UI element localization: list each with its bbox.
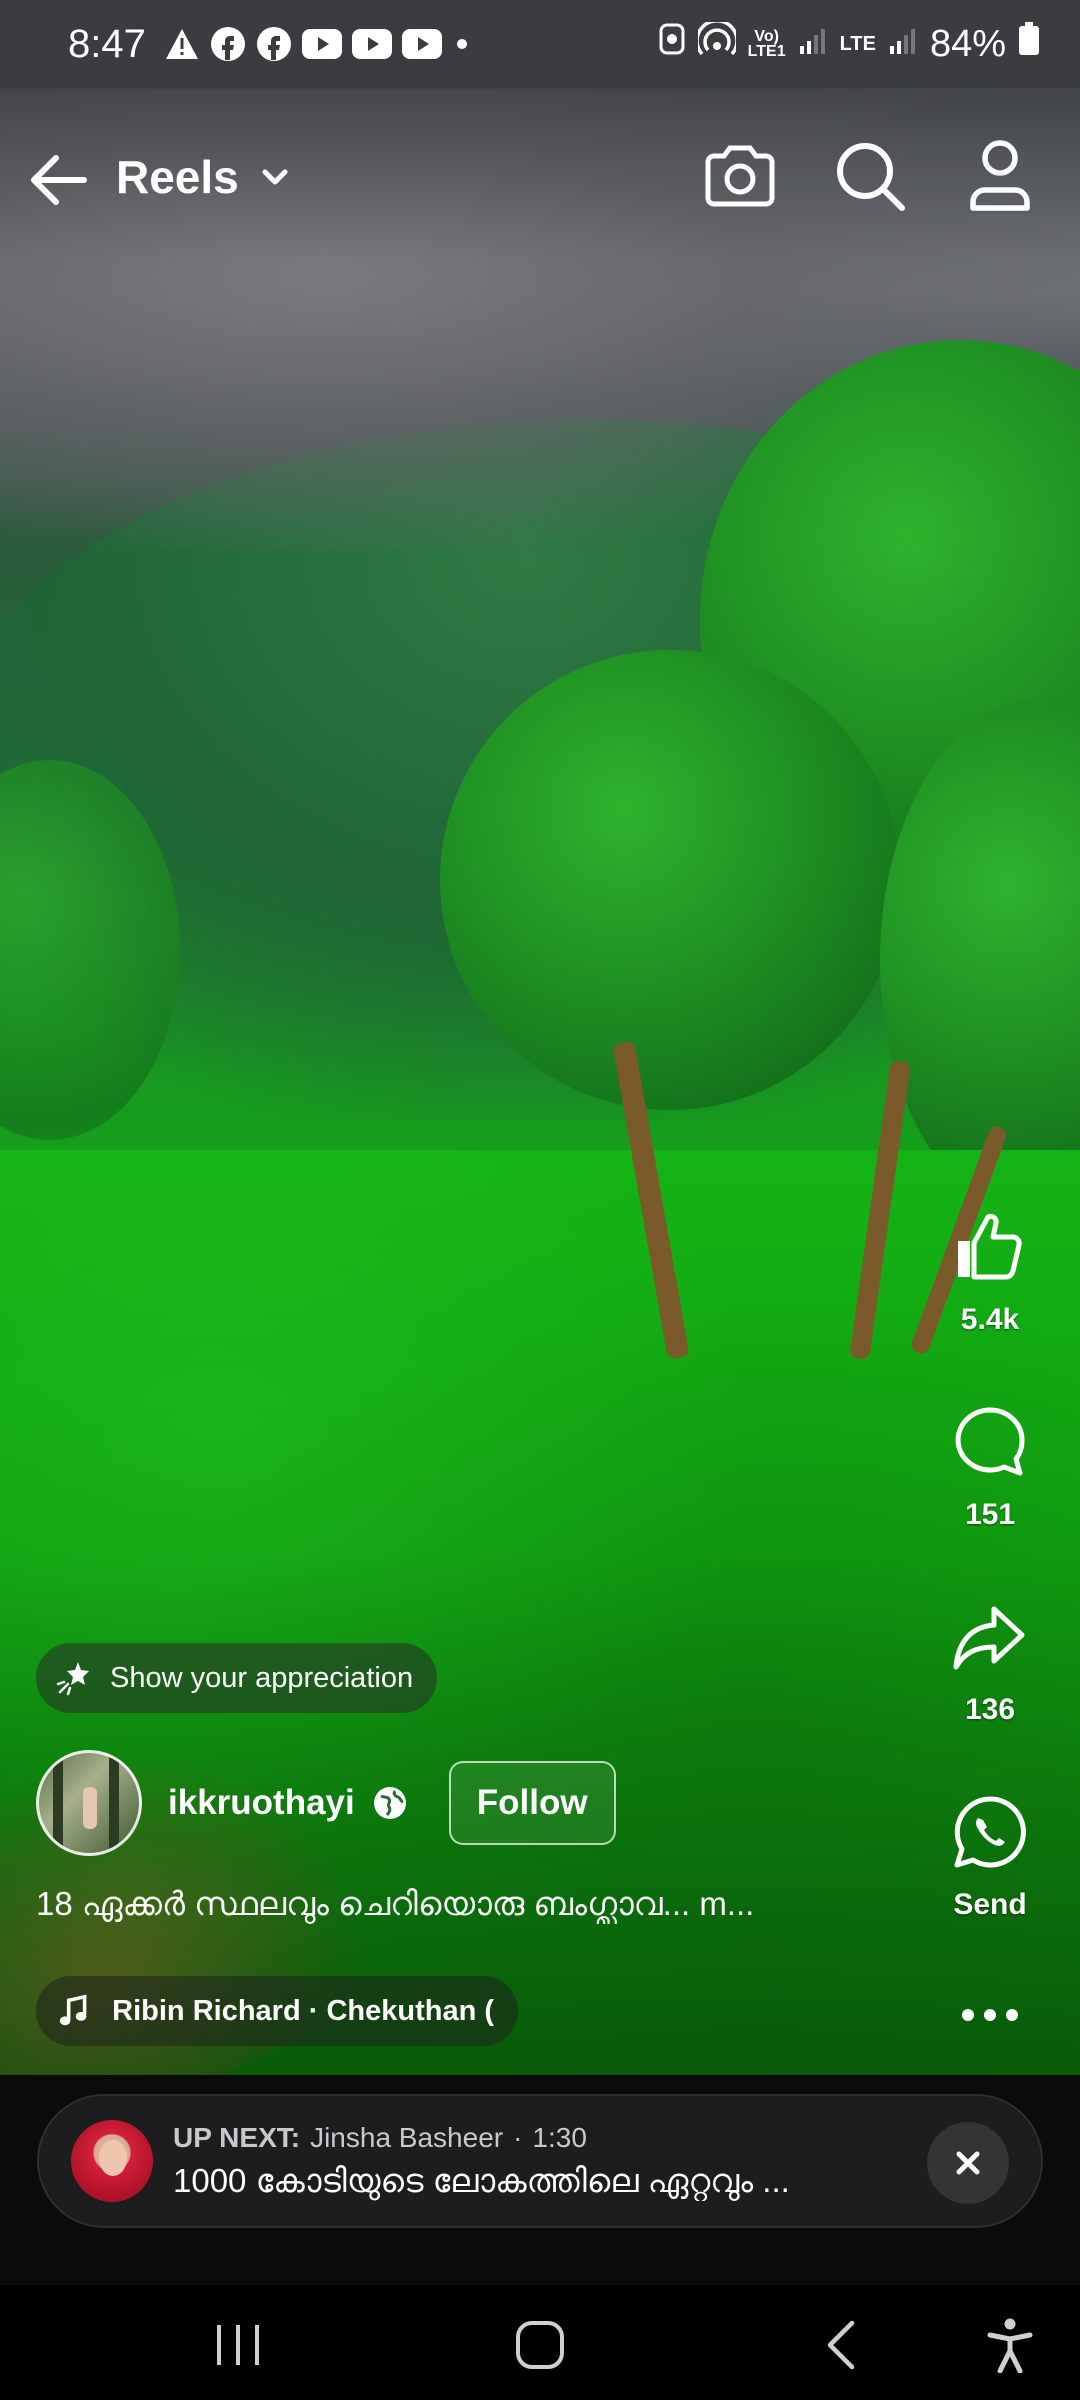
like-button[interactable] <box>948 1205 1032 1289</box>
youtube-icon <box>351 29 392 59</box>
up-next-separator: · <box>513 2121 523 2153</box>
battery-icon <box>1018 22 1040 66</box>
chevron-down-icon <box>262 169 288 185</box>
up-next-text: UP NEXT: Jinsha Basheer · 1:30 1000 കോടി… <box>173 2122 873 2201</box>
home-button[interactable] <box>495 2305 585 2385</box>
youtube-icon <box>301 29 342 59</box>
share-count: 136 <box>964 1693 1016 1726</box>
signal-icon <box>888 23 918 66</box>
search-icon <box>837 143 905 211</box>
follow-button[interactable]: Follow <box>448 1761 616 1845</box>
music-label: Ribin Richard · Chekuthan ( <box>112 1994 494 2027</box>
close-icon <box>956 2151 980 2175</box>
up-next-duration: 1:30 <box>532 2121 587 2153</box>
comment-bubble-icon <box>955 1407 1025 1476</box>
up-next-author: Jinsha Basheer <box>310 2121 504 2153</box>
reels-switcher[interactable]: Reels <box>116 150 293 204</box>
share-button[interactable] <box>948 1595 1032 1679</box>
up-next-label: UP NEXT: <box>173 2121 301 2153</box>
up-next-close-button[interactable] <box>927 2122 1009 2204</box>
comment-count: 151 <box>964 1498 1016 1531</box>
avatar-tree <box>109 1753 119 1853</box>
avatar-tree <box>53 1753 63 1853</box>
thumbs-up-icon <box>958 1213 1022 1280</box>
network-1-label: Vo) LTE1 <box>747 28 786 60</box>
like-count: 5.4k <box>960 1303 1020 1336</box>
status-bar: 8:47 Vo) LTE1 LTE 84% <box>0 0 1080 88</box>
status-right: Vo) LTE1 LTE 84% <box>658 19 1040 66</box>
facebook-icon <box>210 26 246 62</box>
up-next-title: 1000 കോടിയുടെ ലോകത്തിലെ ഏറ്റവും ... <box>173 2161 790 2199</box>
profile-button[interactable] <box>958 134 1042 218</box>
more-horizontal-icon <box>962 2009 1018 2021</box>
recent-apps-icon <box>217 2325 259 2365</box>
music-note-icon <box>59 1994 87 2026</box>
back-nav-button[interactable] <box>797 2305 887 2385</box>
top-actions <box>698 134 1042 218</box>
status-time: 8:47 <box>68 21 146 66</box>
music-chip[interactable]: Ribin Richard · Chekuthan ( <box>36 1976 518 2046</box>
post-caption[interactable]: 18 ഏക്കർ സ്ഥലവും ചെറിയൊരു ബംഗ്ലാവ... m..… <box>36 1885 876 1924</box>
battery-percent: 84% <box>929 22 1006 65</box>
author-row: ikkruothayi Follow <box>36 1750 616 1856</box>
comment-button[interactable] <box>948 1400 1032 1484</box>
data-saver-icon <box>658 22 686 66</box>
home-icon <box>516 2321 564 2369</box>
up-next-thumbnail <box>71 2120 153 2202</box>
hotspot-icon <box>694 19 739 66</box>
send-action[interactable]: Send <box>930 1790 1050 1922</box>
profile-icon <box>970 140 1030 211</box>
accessibility-icon <box>987 2318 1033 2373</box>
system-nav-bar <box>0 2285 1080 2400</box>
back-arrow-icon <box>31 155 87 205</box>
camera-icon <box>705 145 775 207</box>
thumbnail-face <box>99 2140 127 2176</box>
more-notifications-dot-icon <box>452 34 472 54</box>
signal-icon <box>798 23 828 66</box>
send-label: Send <box>953 1888 1027 1921</box>
globe-icon <box>373 1786 407 1820</box>
comment-action[interactable]: 151 <box>930 1400 1050 1532</box>
author-avatar[interactable] <box>36 1750 142 1856</box>
sparkle-star-icon <box>56 1662 89 1696</box>
page-title: Reels <box>116 151 239 203</box>
top-app-bar: Reels <box>0 120 1080 240</box>
share-action[interactable]: 136 <box>930 1595 1050 1727</box>
up-next-card[interactable]: UP NEXT: Jinsha Basheer · 1:30 1000 കോടി… <box>37 2094 1043 2228</box>
facebook-icon <box>256 26 292 62</box>
like-action[interactable]: 5.4k <box>930 1205 1050 1337</box>
youtube-icon <box>401 29 442 59</box>
appreciation-chip[interactable]: Show your appreciation <box>36 1643 438 1713</box>
whatsapp-button[interactable] <box>948 1790 1032 1874</box>
up-next-meta: UP NEXT: Jinsha Basheer · 1:30 <box>173 2122 873 2154</box>
network-2-label: LTE <box>839 32 876 55</box>
share-arrow-icon <box>953 1606 1025 1670</box>
back-button[interactable] <box>22 142 98 218</box>
whatsapp-icon <box>954 1796 1026 1868</box>
avatar-person <box>83 1787 97 1829</box>
more-options[interactable] <box>930 1985 1050 2045</box>
accessibility-button[interactable] <box>965 2305 1055 2385</box>
recent-apps-button[interactable] <box>193 2305 283 2385</box>
author-name[interactable]: ikkruothayi <box>168 1783 355 1823</box>
camera-button[interactable] <box>698 134 782 218</box>
appreciation-label: Show your appreciation <box>110 1661 414 1694</box>
search-button[interactable] <box>828 134 912 218</box>
video-trees-center <box>440 650 900 1110</box>
back-chevron-icon <box>827 2320 855 2370</box>
warning-icon <box>164 27 200 61</box>
